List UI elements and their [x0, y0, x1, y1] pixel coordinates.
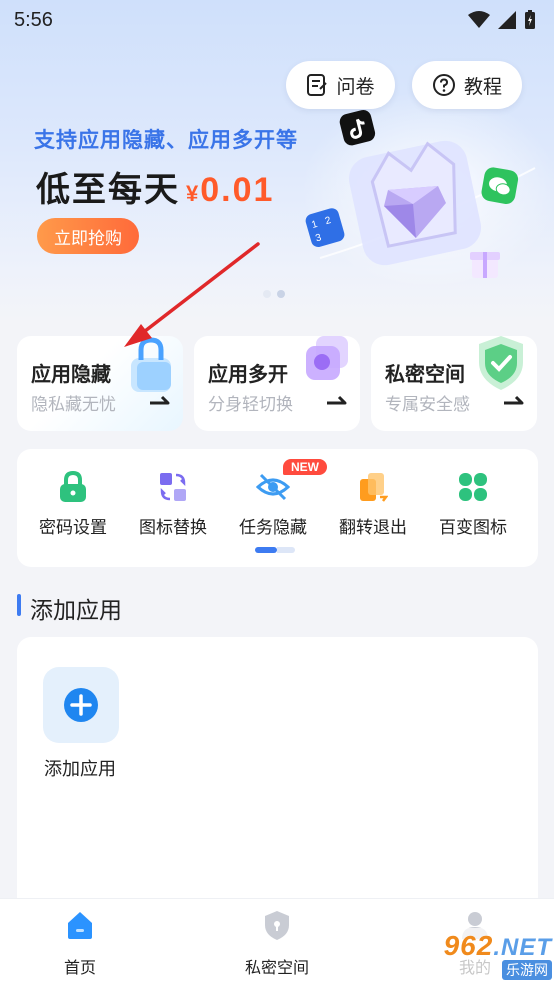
add-app-button[interactable] [43, 667, 119, 743]
tool-icon-wrap [123, 469, 223, 505]
tool-label: 百变图标 [439, 518, 507, 537]
sudoku-icon: 1 2 3 [305, 208, 345, 248]
tool-icon-wrap [323, 469, 423, 505]
watermark-number: 962 [443, 930, 494, 961]
section-accent-bar [17, 594, 21, 616]
feature-title: 私密空间 [385, 364, 465, 386]
new-badge: NEW [283, 459, 327, 475]
feature-app-clone[interactable]: 应用多开 分身轻切换 [194, 336, 360, 431]
banner-headline-text: 低至每天 [36, 171, 180, 209]
arrow-right-icon [150, 395, 170, 405]
watermark-suffix: .NET [493, 934, 552, 961]
promo-banner[interactable]: 5:56 问卷 教程 支持应用隐藏、应用多开等 低至每天 ¥ 0.01 立即抢购 [0, 0, 554, 320]
feature-title: 应用隐藏 [31, 364, 111, 386]
wifi-icon [468, 11, 490, 28]
banner-illustration: 1 2 3 [305, 109, 536, 278]
tutorial-button[interactable]: 教程 [412, 61, 522, 109]
flip-icon [360, 473, 388, 502]
arrow-right-icon [327, 395, 347, 405]
banner-pager [263, 290, 285, 298]
lock-icon [131, 337, 171, 392]
tools-grid: 密码设置 图标替换 NEW 任务隐藏 翻转退出 百变图标 [17, 449, 538, 567]
plus-circle-icon [64, 688, 98, 722]
status-icons [468, 10, 536, 30]
tool-task-hide[interactable]: NEW 任务隐藏 [223, 459, 327, 538]
feature-subtitle: 隐私藏无忧 [31, 395, 116, 414]
gift-icon [470, 252, 500, 278]
survey-label: 问卷 [336, 76, 375, 98]
section-title: 添加应用 [30, 597, 122, 623]
tool-label: 图标替换 [139, 518, 207, 537]
feature-title: 应用多开 [208, 364, 288, 386]
nav-private-space[interactable]: 私密空间 [222, 909, 332, 978]
tool-icon-wrap: NEW [223, 459, 327, 505]
tools-pager [255, 547, 295, 553]
feature-app-hide[interactable]: 应用隐藏 隐私藏无忧 [17, 336, 183, 431]
tool-variant-icon[interactable]: 百变图标 [423, 469, 523, 538]
watermark-logo: 962.NET 乐游网 [414, 928, 552, 982]
swap-icon [160, 473, 186, 501]
wechat-icon [481, 167, 519, 204]
nav-label: 首页 [63, 960, 96, 977]
tool-label: 任务隐藏 [239, 518, 307, 537]
eye-off-icon [256, 473, 290, 501]
pager-inactive [277, 547, 295, 553]
feature-subtitle: 专属安全感 [385, 395, 470, 414]
watermark-brand: 962.NET [444, 930, 552, 962]
pager-active [255, 547, 277, 553]
add-app-label: 添加应用 [44, 759, 116, 779]
clover-icon [459, 473, 487, 501]
status-time: 5:56 [14, 8, 53, 31]
shield-icon [265, 911, 289, 940]
banner-subtitle: 支持应用隐藏、应用多开等 [34, 129, 298, 152]
help-icon [432, 74, 455, 96]
currency-symbol: ¥ [186, 181, 201, 206]
signal-icon [498, 11, 516, 29]
buy-now-button[interactable]: 立即抢购 [37, 218, 139, 254]
arrow-right-icon [504, 395, 524, 405]
tool-flip-exit[interactable]: 翻转退出 [323, 469, 423, 538]
feature-subtitle: 分身轻切换 [208, 395, 293, 414]
tiktok-icon [339, 109, 376, 146]
banner-price: 0.01 [200, 171, 275, 209]
survey-button[interactable]: 问卷 [286, 61, 395, 109]
nav-home[interactable]: 首页 [25, 909, 135, 978]
home-icon [68, 912, 92, 939]
banner-dot-2 [277, 290, 285, 298]
tool-icon-wrap [23, 469, 123, 505]
nav-label: 私密空间 [244, 960, 309, 977]
banner-headline: 低至每天 ¥ 0.01 [36, 162, 274, 211]
watermark-caption: 乐游网 [502, 960, 552, 980]
tutorial-label: 教程 [463, 76, 502, 98]
tool-password-settings[interactable]: 密码设置 [23, 469, 123, 538]
shield-icon [479, 336, 523, 390]
tool-icon-wrap [423, 469, 523, 505]
tool-label: 翻转退出 [339, 518, 407, 537]
lock-icon [60, 471, 86, 502]
document-icon [307, 74, 328, 96]
tool-label: 密码设置 [39, 518, 107, 537]
feature-private-space[interactable]: 私密空间 专属安全感 [371, 336, 537, 431]
battery-icon [525, 10, 535, 29]
banner-dot-1 [263, 290, 271, 298]
tool-icon-replace[interactable]: 图标替换 [123, 469, 223, 538]
stack-icon [306, 336, 348, 380]
apps-panel: 添加应用 [17, 637, 538, 917]
status-bar: 5:56 [0, 0, 554, 40]
